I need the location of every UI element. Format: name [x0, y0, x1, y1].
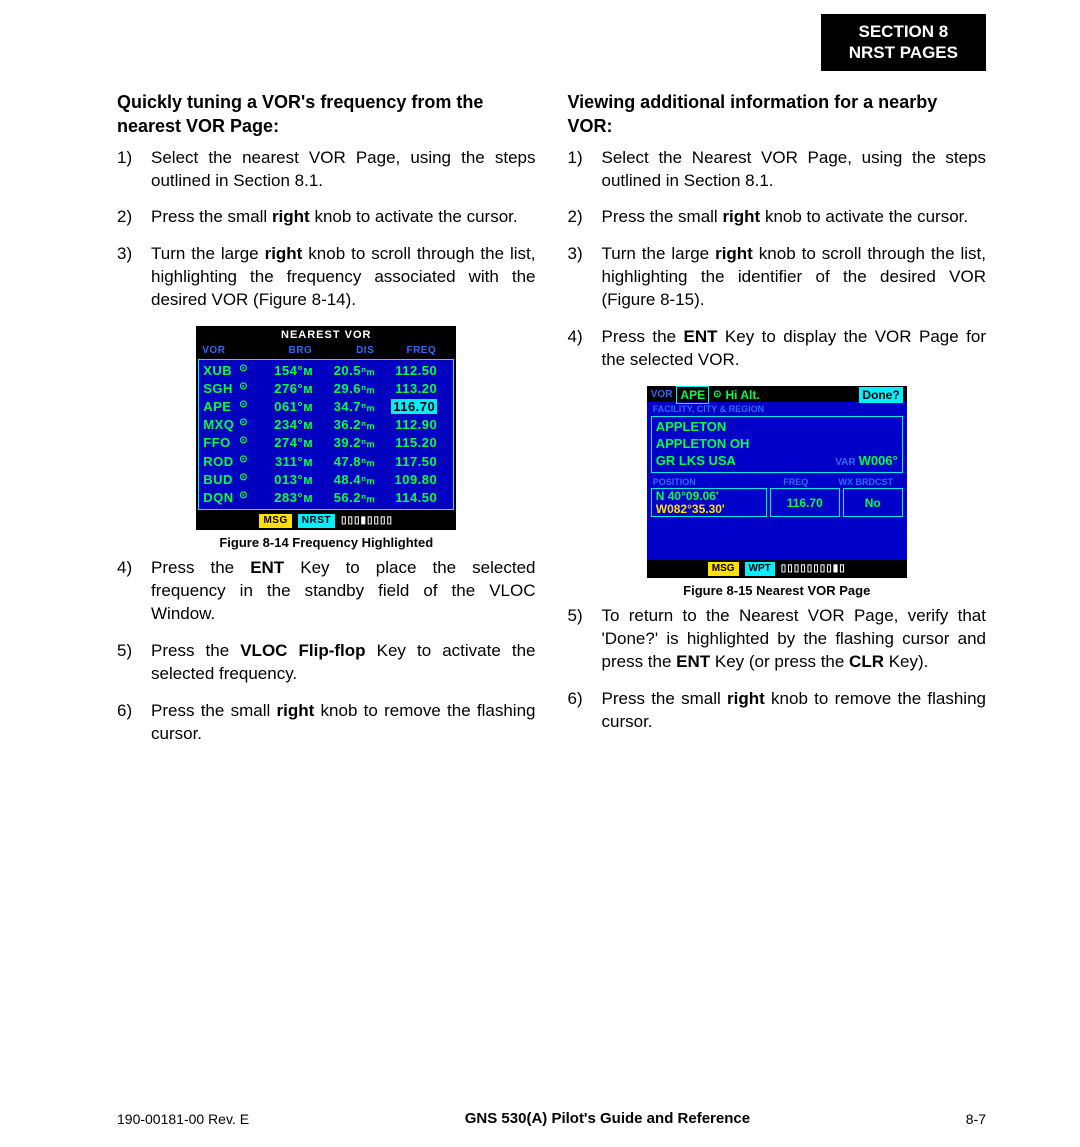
screen1-body: XUB⊙154°ᴍ20.5ⁿₘ112.50SGH⊙276°ᴍ29.6ⁿₘ113.…	[198, 359, 454, 511]
page-boxes: ▯▯▯▮▯▯▯▯	[341, 514, 393, 528]
step: Select the Nearest VOR Page, using the s…	[568, 147, 987, 193]
variation: VAR W006°	[835, 453, 898, 470]
vor-row: FFO⊙274°ᴍ39.2ⁿₘ115.20	[203, 434, 449, 452]
step: Press the ENT Key to display the VOR Pag…	[568, 326, 987, 372]
step: Press the small right knob to remove the…	[568, 688, 987, 734]
left-column: Quickly tuning a VOR's frequency from th…	[117, 90, 536, 760]
figure-8-15: VOR APE ⊙ Hi Alt. Done? FACILITY, CITY &…	[568, 386, 987, 599]
vor-row: ROD⊙311°ᴍ47.8ⁿₘ117.50	[203, 453, 449, 471]
facility-box: APPLETON APPLETON OH GR LKS USA VAR W006°	[651, 416, 903, 473]
section-line2: NRST PAGES	[849, 42, 958, 63]
position-box: N 40°09.06' W082°35.30' 116.70 No	[651, 488, 903, 517]
section-line1: SECTION 8	[849, 21, 958, 42]
col-dis: DIS	[312, 344, 374, 358]
facility-name: APPLETON	[656, 419, 898, 436]
facility-section-label: FACILITY, CITY & REGION	[647, 402, 907, 416]
freq-value: 116.70	[770, 488, 840, 517]
vor-row: APE⊙061°ᴍ34.7ⁿₘ116.70	[203, 398, 449, 416]
var-value: W006°	[859, 453, 898, 468]
facility-city: APPLETON OH	[656, 436, 898, 453]
var-label: VAR	[835, 457, 855, 468]
mode-tag: WPT	[745, 562, 775, 576]
vor-row: XUB⊙154°ᴍ20.5ⁿₘ112.50	[203, 362, 449, 380]
vor-label: VOR	[651, 388, 673, 402]
lbl-wx: WX BRDCST	[831, 476, 901, 488]
footer-mid: GNS 530(A) Pilot's Guide and Reference	[465, 1110, 750, 1127]
fig814-caption: Figure 8-14 Frequency Highlighted	[219, 534, 433, 552]
step: Press the small right knob to activate t…	[568, 206, 987, 229]
msg-tag: MSG	[708, 562, 739, 576]
done-button[interactable]: Done?	[859, 387, 902, 403]
col-vor: VOR	[202, 344, 252, 358]
msg-tag: MSG	[259, 514, 291, 528]
screen1-title: NEAREST VOR	[196, 326, 456, 344]
right-steps-a: Select the Nearest VOR Page, using the s…	[568, 147, 987, 373]
wx-value: No	[843, 488, 903, 517]
screen2-pad	[647, 520, 907, 560]
step: Press the VLOC Flip-flop Key to activate…	[117, 640, 536, 686]
right-column: Viewing additional information for a nea…	[568, 90, 987, 760]
step: To return to the Nearest VOR Page, verif…	[568, 605, 987, 674]
screen2-footer: MSG WPT ▯▯▯▯▯▯▯▯▮▯	[647, 560, 907, 578]
mode-tag: NRST	[298, 514, 335, 528]
page-footer: 190-00181-00 Rev. E GNS 530(A) Pilot's G…	[117, 1110, 986, 1127]
left-steps-a: Select the nearest VOR Page, using the s…	[117, 147, 536, 313]
facility-region: GR LKS USA VAR W006°	[656, 453, 898, 470]
coords: N 40°09.06' W082°35.30'	[651, 488, 767, 517]
step: Press the small right knob to remove the…	[117, 700, 536, 746]
vor-row: MXQ⊙234°ᴍ36.2ⁿₘ112.90	[203, 416, 449, 434]
left-steps-b: Press the ENT Key to place the selected …	[117, 557, 536, 746]
vor-symbol: ⊙	[713, 388, 721, 402]
lon: W082°35.30'	[656, 503, 762, 516]
screen2-toprow: VOR APE ⊙ Hi Alt. Done?	[647, 387, 907, 402]
vor-id: APE	[676, 386, 709, 404]
lbl-freq: FREQ	[761, 476, 831, 488]
vor-row: SGH⊙276°ᴍ29.6ⁿₘ113.20	[203, 380, 449, 398]
screen1-colheads: VOR BRG DIS FREQ	[196, 344, 456, 359]
content-columns: Quickly tuning a VOR's frequency from th…	[117, 90, 986, 760]
col-freq: FREQ	[374, 344, 436, 358]
screen-nearest-vor: NEAREST VOR VOR BRG DIS FREQ XUB⊙154°ᴍ20…	[196, 326, 456, 529]
step: Press the ENT Key to place the selected …	[117, 557, 536, 626]
right-steps-b: To return to the Nearest VOR Page, verif…	[568, 605, 987, 734]
lat: N 40°09.06'	[656, 490, 762, 503]
screen-vor-detail: VOR APE ⊙ Hi Alt. Done? FACILITY, CITY &…	[647, 386, 907, 578]
left-heading: Quickly tuning a VOR's frequency from th…	[117, 90, 536, 139]
lbl-position: POSITION	[653, 476, 761, 488]
figure-8-14: NEAREST VOR VOR BRG DIS FREQ XUB⊙154°ᴍ20…	[117, 326, 536, 551]
screen1-footer: MSG NRST ▯▯▯▮▯▯▯▯	[196, 512, 456, 530]
vor-row: DQN⊙283°ᴍ56.2ⁿₘ114.50	[203, 489, 449, 507]
region-text: GR LKS USA	[656, 453, 736, 468]
col-brg: BRG	[252, 344, 312, 358]
page-boxes: ▯▯▯▯▯▯▯▯▮▯	[781, 562, 846, 576]
position-labels: POSITION FREQ WX BRDCST	[647, 476, 907, 488]
footer-left: 190-00181-00 Rev. E	[117, 1111, 249, 1127]
step: Select the nearest VOR Page, using the s…	[117, 147, 536, 193]
footer-right: 8-7	[966, 1111, 986, 1127]
step: Press the small right knob to activate t…	[117, 206, 536, 229]
step: Turn the large right knob to scroll thro…	[117, 243, 536, 312]
vor-row: BUD⊙013°ᴍ48.4ⁿₘ109.80	[203, 471, 449, 489]
step: Turn the large right knob to scroll thro…	[568, 243, 987, 312]
fig815-caption: Figure 8-15 Nearest VOR Page	[683, 582, 870, 600]
right-heading: Viewing additional information for a nea…	[568, 90, 987, 139]
section-header: SECTION 8 NRST PAGES	[821, 14, 986, 71]
vor-alt: Hi Alt.	[726, 387, 760, 403]
